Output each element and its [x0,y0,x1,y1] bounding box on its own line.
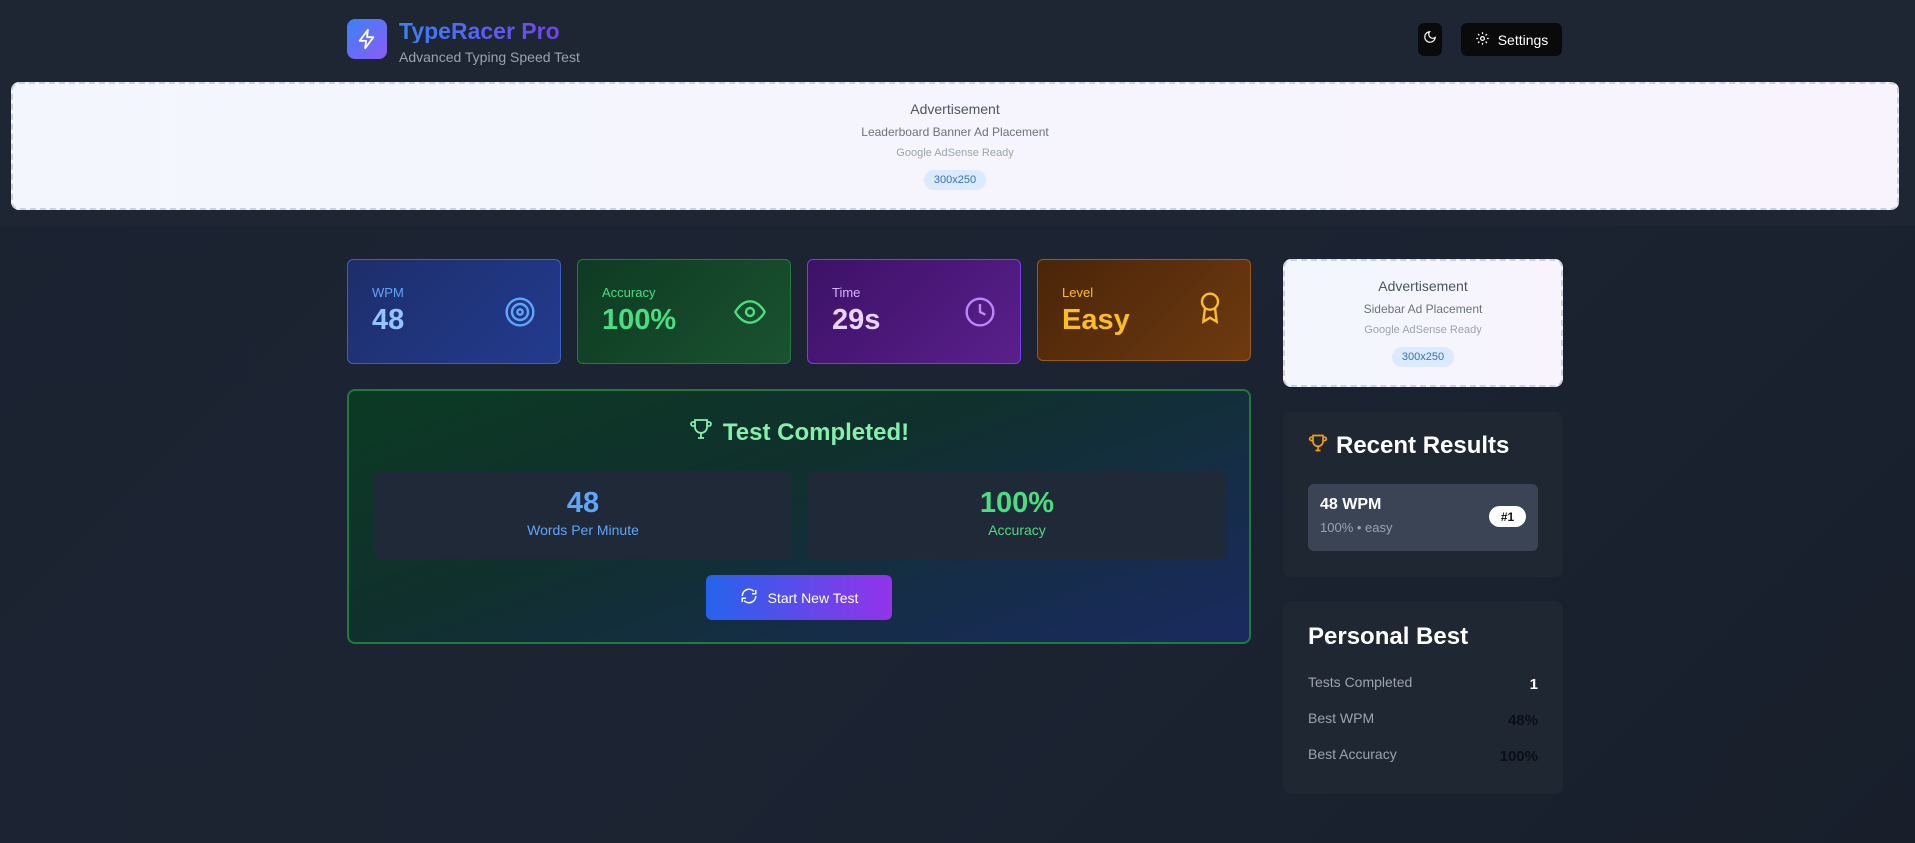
accuracy-result-box: 100% Accuracy [808,471,1226,559]
refresh-icon [740,587,758,608]
time-stat-card: Time 29s [807,259,1021,364]
gear-icon [1475,31,1490,49]
trophy-icon [1308,432,1328,460]
lightning-logo-icon [347,19,387,59]
app-subtitle: Advanced Typing Speed Test [399,49,580,65]
best-wpm-value: 48% [1507,712,1538,729]
banner-ad-size-badge: 300x250 [923,170,987,190]
recent-results-heading: Recent Results [1308,432,1509,460]
banner-ad-ready: Google AdSense Ready [896,147,1014,159]
sidebar-ad-size-badge: 300x250 [1391,347,1455,367]
banner-ad-title: Advertisement [910,101,1000,117]
test-completed-heading: Test Completed! [349,417,1249,448]
personal-best-title: Personal Best [1308,623,1469,650]
wpm-result-caption: Words Per Minute [527,522,639,538]
accuracy-result-value: 100% [979,487,1055,519]
best-accuracy-value: 100% [1499,748,1538,765]
award-icon [1194,290,1226,329]
brand: TypeRacer Pro Advanced Typing Speed Test [347,19,580,65]
sidebar-ad-ready: Google AdSense Ready [1364,324,1482,336]
test-completed-panel: Test Completed! 48 Words Per Minute 100%… [347,389,1251,644]
best-accuracy-row: Best Accuracy 100% [1308,746,1538,766]
settings-button[interactable]: Settings [1461,23,1562,56]
best-wpm-row: Best WPM 48% [1308,710,1538,730]
trophy-icon [689,417,713,448]
personal-best-panel: Personal Best Tests Completed 1 Best WPM… [1283,601,1563,794]
recent-results-panel: Recent Results 48 WPM 100% • easy #1 [1283,412,1563,577]
clock-icon [964,296,996,333]
best-wpm-label: Best WPM [1308,710,1375,726]
list-item[interactable]: 48 WPM 100% • easy #1 [1308,484,1538,551]
test-completed-title: Test Completed! [722,418,910,446]
start-new-test-button[interactable]: Start New Test [706,575,892,620]
theme-toggle-button[interactable] [1418,23,1442,56]
level-stat-card: Level Easy [1037,259,1251,361]
settings-label: Settings [1497,31,1549,48]
sidebar-ad[interactable]: Advertisement Sidebar Ad Placement Googl… [1283,259,1563,387]
wpm-result-box: 48 Words Per Minute [374,471,792,559]
accuracy-result-caption: Accuracy [988,522,1046,538]
best-accuracy-label: Best Accuracy [1308,746,1397,762]
app-title: TypeRacer Pro [399,19,580,43]
start-new-test-label: Start New Test [767,589,859,606]
tests-completed-label: Tests Completed [1308,674,1413,690]
tests-completed-value: 1 [1529,676,1538,693]
rank-badge: #1 [1489,506,1526,527]
banner-ad-subtitle: Leaderboard Banner Ad Placement [861,125,1049,139]
wpm-stat-card: WPM 48 [347,259,561,364]
tests-completed-row: Tests Completed 1 [1308,674,1538,694]
wpm-result-value: 48 [566,487,600,519]
moon-icon [1423,30,1437,49]
target-icon [504,296,536,333]
recent-results-title: Recent Results [1336,432,1510,459]
sidebar-ad-title: Advertisement [1378,278,1468,294]
sidebar-ad-subtitle: Sidebar Ad Placement [1363,302,1483,316]
eye-icon [733,296,767,333]
accuracy-stat-card: Accuracy 100% [577,259,791,364]
banner-ad[interactable]: Advertisement Leaderboard Banner Ad Plac… [11,82,1899,210]
